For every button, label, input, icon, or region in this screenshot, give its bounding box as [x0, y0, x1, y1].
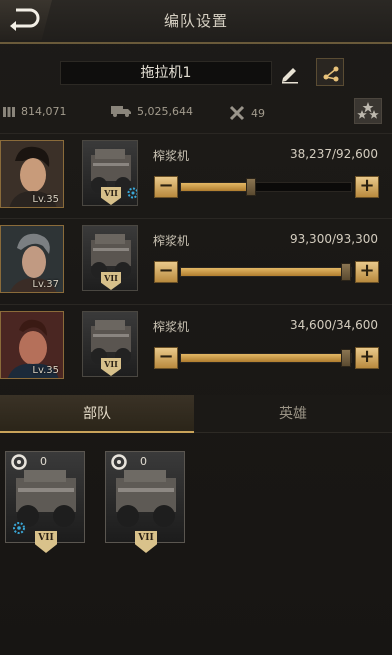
troop-slider[interactable] — [180, 349, 352, 367]
resource-stats: 814,071 5,025,644 49 — [0, 98, 392, 126]
decrease-button[interactable]: − — [154, 176, 178, 198]
hero-level: Lv.35 — [32, 365, 59, 376]
unit-name: 榨浆机 — [153, 149, 190, 163]
tire-icon — [11, 454, 27, 470]
troop-card-image: 0 — [105, 451, 185, 543]
unit-name: 榨浆机 — [153, 320, 190, 334]
troop-slider[interactable] — [180, 263, 352, 281]
unit-row: Lv.35 VII 榨浆机 34,600/34,600 − + — [0, 305, 392, 391]
star-rating-button[interactable] — [354, 98, 382, 124]
slider-fill — [181, 183, 251, 191]
troop-count: 0 — [140, 455, 147, 468]
unit-row: Lv.35 VII 榨浆机 38,237/92,600 − + — [0, 134, 392, 220]
formation-screen: 编队设置 拖拉机1 814,071 5,025,644 49 Lv.35 VII… — [0, 0, 392, 655]
share-icon — [323, 66, 339, 82]
troop-card-image: 0 — [5, 451, 85, 543]
supplies-value: 5,025,644 — [137, 104, 193, 118]
rank-badge: VII — [135, 531, 157, 553]
slider-fill — [181, 268, 351, 276]
decrease-button[interactable]: − — [154, 261, 178, 283]
gear-icon — [13, 522, 25, 534]
troop-card[interactable]: 0 VII — [105, 451, 185, 554]
unit-count: 93,300/93,300 — [289, 232, 378, 246]
supplies-stat: 5,025,644 — [110, 104, 193, 118]
gear-icon — [127, 187, 137, 199]
tab-heroes[interactable]: 英雄 — [194, 395, 392, 433]
hero-portrait[interactable]: Lv.35 — [0, 311, 64, 379]
wrench-icon — [229, 105, 245, 121]
tab-troops[interactable]: 部队 — [0, 395, 194, 433]
slider-fill — [181, 354, 351, 362]
increase-button[interactable]: + — [355, 261, 379, 283]
vehicle-slot[interactable]: VII — [82, 311, 138, 377]
vehicle-slot[interactable]: VII — [82, 140, 138, 206]
truck-icon — [111, 106, 131, 117]
decrease-button[interactable]: − — [154, 347, 178, 369]
hero-portrait[interactable]: Lv.35 — [0, 140, 64, 208]
troop-count: 0 — [40, 455, 47, 468]
slider-thumb[interactable] — [341, 349, 351, 367]
stars-icon — [357, 102, 379, 119]
increase-button[interactable]: + — [355, 176, 379, 198]
unit-row: Lv.37 VII 榨浆机 93,300/93,300 − + — [0, 219, 392, 305]
header-bar: 编队设置 — [0, 0, 392, 44]
tab-bar: 部队 英雄 — [0, 395, 392, 433]
page-title: 编队设置 — [163, 12, 228, 30]
tools-stat: 49 — [228, 104, 265, 122]
rank-badge: VII — [35, 531, 57, 553]
slider-thumb[interactable] — [245, 178, 256, 196]
hero-level: Lv.37 — [32, 279, 59, 290]
increase-button[interactable]: + — [355, 347, 379, 369]
share-button[interactable] — [316, 58, 344, 86]
ammo-stat: 814,071 — [2, 104, 67, 118]
hero-portrait[interactable]: Lv.37 — [0, 225, 64, 293]
unit-count: 38,237/92,600 — [289, 147, 378, 161]
troop-slider[interactable] — [180, 178, 352, 196]
vehicle-slot[interactable]: VII — [82, 225, 138, 291]
slider-thumb[interactable] — [341, 263, 351, 281]
unit-count: 34,600/34,600 — [289, 318, 378, 332]
unit-name: 榨浆机 — [153, 234, 190, 248]
hero-level: Lv.35 — [32, 194, 59, 205]
pencil-icon[interactable] — [279, 62, 301, 84]
formation-name-field[interactable]: 拖拉机1 — [60, 61, 272, 85]
troop-card[interactable]: 0 VII — [5, 451, 85, 554]
tools-value: 49 — [251, 106, 265, 120]
ammo-value: 814,071 — [21, 104, 67, 118]
ammo-icon — [3, 107, 15, 117]
tire-icon — [111, 454, 127, 470]
